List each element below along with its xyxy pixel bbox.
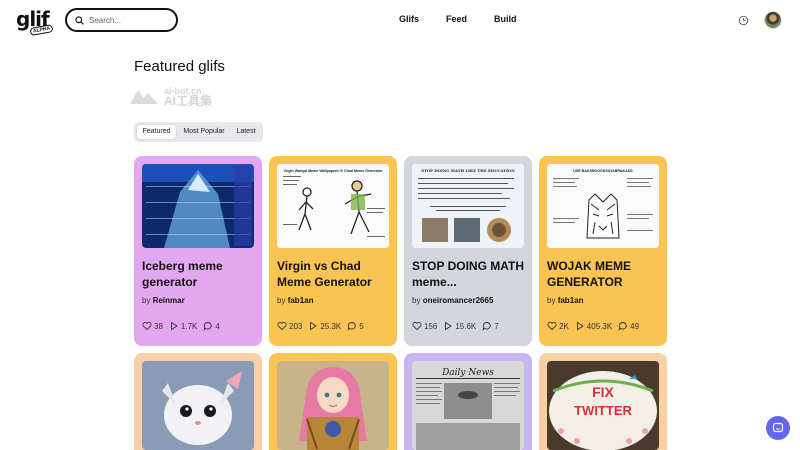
tab-featured[interactable]: Featured xyxy=(137,125,176,139)
watermark: ai-bot.cn AI工具集 xyxy=(128,86,213,108)
glif-logo[interactable]: glif ALPHA xyxy=(16,8,54,36)
card-thumbnail: Virgin Wanyal Meme Wallpaperd IV Chad Me… xyxy=(277,164,389,248)
glif-card[interactable]: Daily News xyxy=(404,353,532,450)
watermark-logo-icon xyxy=(130,90,158,104)
runs-stat: 25.3K xyxy=(308,321,341,331)
thumb-caption: FIX xyxy=(592,384,614,400)
glif-card[interactable]: STOP DOING MATH LIKE THE EDUCATION STOP … xyxy=(404,156,532,346)
card-stats: 203 25.3K 5 xyxy=(277,321,370,331)
iceberg-image xyxy=(142,164,254,248)
play-icon xyxy=(576,321,584,331)
heart-icon xyxy=(277,321,287,331)
thumb-caption: TWITTER xyxy=(574,403,632,418)
card-thumbnail xyxy=(277,361,389,450)
card-title: Iceberg meme generator xyxy=(142,259,223,289)
glif-card[interactable]: FIX TWITTER xyxy=(539,353,667,450)
card-title: STOP DOING MATH meme... xyxy=(412,259,525,289)
clock-icon[interactable] xyxy=(738,15,749,26)
daily-news-image: Daily News xyxy=(412,361,524,450)
fix-twitter-cake-image: FIX TWITTER xyxy=(547,361,659,450)
chat-support-button[interactable] xyxy=(766,416,790,440)
thumb-caption: STOP DOING MATH LIKE THE EDUCATION xyxy=(421,168,515,173)
card-thumbnail: FIX TWITTER xyxy=(547,361,659,450)
top-header: glif ALPHA Glifs Feed Build xyxy=(0,0,800,40)
runs-stat: 405.3K xyxy=(575,321,612,331)
fluffy-creature-image xyxy=(142,361,254,450)
comment-icon xyxy=(347,322,356,331)
anime-girl-image xyxy=(277,361,389,450)
heart-icon xyxy=(547,321,557,331)
thumb-caption: Daily News xyxy=(441,368,494,378)
card-author: by fab1an xyxy=(277,296,314,305)
card-thumbnail: STOP DOING MATH LIKE THE EDUCATION xyxy=(412,164,524,248)
comment-icon xyxy=(482,322,491,331)
glif-card[interactable] xyxy=(134,353,262,450)
comment-icon xyxy=(618,322,627,331)
likes-stat[interactable]: 38 xyxy=(142,321,163,331)
page-title: Featured glifs xyxy=(134,58,225,75)
watermark-line2: AI工具集 xyxy=(164,94,213,108)
glif-card[interactable] xyxy=(269,353,397,450)
card-author: by oneiromancer2665 xyxy=(412,296,494,305)
search-box[interactable] xyxy=(65,8,178,32)
play-icon xyxy=(170,321,178,331)
runs-stat: 1.7K xyxy=(169,321,197,331)
user-avatar[interactable] xyxy=(764,11,782,29)
heart-icon xyxy=(142,321,152,331)
comments-stat[interactable]: 5 xyxy=(347,321,364,331)
play-icon xyxy=(445,321,453,331)
card-stats: 2K 405.3K 49 xyxy=(547,321,645,331)
runs-stat: 15.6K xyxy=(443,321,476,331)
wojak-image: USE BADSNOOOKSAYABRAKADS xyxy=(547,164,659,248)
play-icon xyxy=(310,321,318,331)
virgin-chad-image: Virgin Wanyal Meme Wallpaperd IV Chad Me… xyxy=(277,164,389,248)
heart-icon xyxy=(412,321,422,331)
nav-build[interactable]: Build xyxy=(494,14,517,24)
card-thumbnail: USE BADSNOOOKSAYABRAKADS xyxy=(547,164,659,248)
filter-tabs: Featured Most Popular Latest xyxy=(134,122,263,142)
thumb-caption: Virgin Wanyal Meme Wallpaperd IV Chad Me… xyxy=(284,169,383,173)
nav-feed[interactable]: Feed xyxy=(446,14,467,24)
comments-stat[interactable]: 49 xyxy=(618,321,639,331)
comments-stat[interactable]: 4 xyxy=(203,321,220,331)
search-input[interactable] xyxy=(89,15,169,25)
tab-most-popular[interactable]: Most Popular xyxy=(178,125,230,139)
card-title: WOJAK MEME GENERATOR xyxy=(547,259,631,289)
card-thumbnail: Daily News xyxy=(412,361,524,450)
card-author: by fab1an xyxy=(547,296,584,305)
likes-stat[interactable]: 156 xyxy=(412,321,437,331)
likes-stat[interactable]: 2K xyxy=(547,321,569,331)
card-title: Virgin vs Chad Meme Generator xyxy=(277,259,372,289)
chat-icon xyxy=(772,422,784,433)
likes-stat[interactable]: 203 xyxy=(277,321,302,331)
card-thumbnail xyxy=(142,361,254,450)
glif-card[interactable]: Virgin Wanyal Meme Wallpaperd IV Chad Me… xyxy=(269,156,397,346)
tab-latest[interactable]: Latest xyxy=(231,125,261,139)
nav-glifs[interactable]: Glifs xyxy=(399,14,419,24)
search-icon xyxy=(75,15,84,25)
glif-card[interactable]: Iceberg meme generator by Reinmar 38 1.7… xyxy=(134,156,262,346)
comment-icon xyxy=(203,322,213,331)
card-stats: 38 1.7K 4 xyxy=(142,321,226,331)
card-thumbnail xyxy=(142,164,254,248)
card-stats: 156 15.6K 7 xyxy=(412,321,505,331)
glif-card[interactable]: USE BADSNOOOKSAYABRAKADS WOJAK MEME GENE… xyxy=(539,156,667,346)
thumb-caption: USE BADSNOOOKSAYABRAKADS xyxy=(573,169,633,173)
card-author: by Reinmar xyxy=(142,296,185,305)
comments-stat[interactable]: 7 xyxy=(482,321,499,331)
stop-doing-math-image: STOP DOING MATH LIKE THE EDUCATION xyxy=(412,164,524,248)
